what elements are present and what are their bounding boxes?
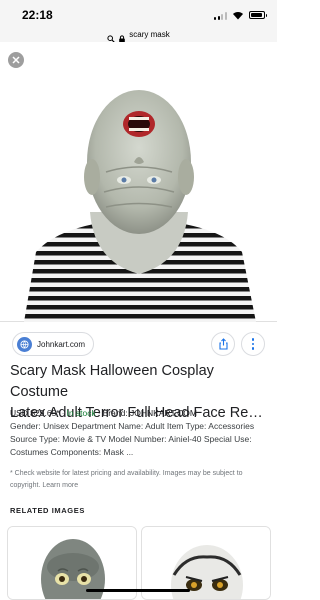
separator: · xyxy=(61,408,65,418)
battery-icon xyxy=(249,11,267,19)
wifi-icon xyxy=(232,10,244,20)
status-bar: 22:18 xyxy=(0,0,277,26)
disclaimer: * Check website for latest pricing and a… xyxy=(10,468,272,492)
separator: · xyxy=(97,408,101,418)
share-icon xyxy=(218,338,228,350)
product-image[interactable] xyxy=(14,62,264,322)
share-button[interactable] xyxy=(211,332,235,356)
stock-status: In stock xyxy=(66,408,96,418)
cellular-signal-icon xyxy=(214,12,228,20)
learn-more-link[interactable]: Learn more xyxy=(42,482,78,489)
status-time: 22:18 xyxy=(22,8,53,22)
price: USD $29.65* xyxy=(10,408,60,418)
product-meta: USD $29.65* · In stock · Brand: JOHNKART.COM xyxy=(10,407,272,420)
source-site-chip[interactable]: Johnkart.com xyxy=(12,332,95,356)
lock-icon xyxy=(118,30,126,43)
product-description: Gender: Unisex Department Name: Adult It… xyxy=(10,421,255,457)
more-vert-icon xyxy=(251,337,255,350)
related-images-heading: RELATED IMAGES xyxy=(10,506,85,515)
address-bar[interactable]: scary mask xyxy=(0,26,277,43)
globe-icon xyxy=(17,336,32,352)
url-text: scary mask xyxy=(129,29,170,39)
more-options-button[interactable] xyxy=(241,332,265,356)
image-viewer xyxy=(0,42,277,322)
search-icon xyxy=(107,30,116,43)
source-site-name: Johnkart.com xyxy=(37,339,86,349)
brand: Brand: JOHNKART.COM xyxy=(102,408,197,418)
result-title-line1: Scary Mask Halloween Cosplay Costume xyxy=(10,363,214,400)
home-indicator[interactable] xyxy=(86,589,190,592)
